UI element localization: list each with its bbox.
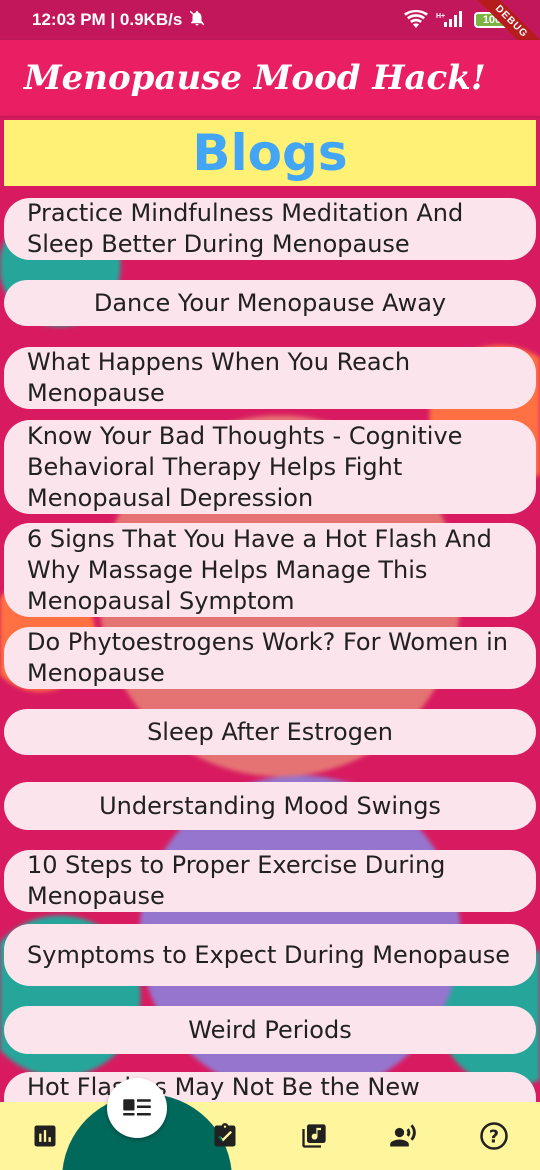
app-bar: Menopause Mood Hack! <box>0 40 540 116</box>
status-bar: 12:03 PM | 0.9KB/s H+ 100 DEBUG <box>0 0 540 67</box>
status-time-speed: 12:03 PM | 0.9KB/s <box>32 10 183 29</box>
bar-chart-icon[interactable] <box>29 1120 61 1152</box>
blog-item[interactable]: Symptoms to Expect During Menopause <box>4 924 536 986</box>
wifi-icon <box>404 9 428 31</box>
blog-item-title: Hot Flashes May Not Be the New <box>27 1073 420 1101</box>
blog-item[interactable]: Understanding Mood Swings <box>4 782 536 830</box>
blog-item[interactable]: Sleep After Estrogen <box>4 709 536 755</box>
blog-item[interactable]: Practice Mindfulness Meditation And Slee… <box>4 198 536 260</box>
app-title: Menopause Mood Hack! <box>24 58 486 98</box>
blog-item-title: Practice Mindfulness Meditation And Slee… <box>27 199 464 258</box>
blog-item-title: Know Your Bad Thoughts - Cognitive Behav… <box>27 421 463 512</box>
blog-item[interactable]: Hot Flashes May Not Be the New <box>4 1072 536 1102</box>
blog-item[interactable]: 6 Signs That You Have a Hot Flash And Wh… <box>4 523 536 617</box>
record-voice-icon[interactable] <box>387 1120 419 1152</box>
blog-item[interactable]: Dance Your Menopause Away <box>4 280 536 326</box>
blog-item[interactable]: Know Your Bad Thoughts - Cognitive Behav… <box>4 420 536 514</box>
help-icon[interactable]: ? <box>478 1120 510 1152</box>
blog-item-title: What Happens When You Reach Menopause <box>27 348 411 407</box>
blog-item-title: 6 Signs That You Have a Hot Flash And Wh… <box>27 524 492 615</box>
blog-item[interactable]: 10 Steps to Proper Exercise During Menop… <box>4 850 536 912</box>
blog-item-title: Symptoms to Expect During Menopause <box>27 940 511 969</box>
blog-item-title: Understanding Mood Swings <box>99 791 441 820</box>
music-library-icon[interactable] <box>298 1120 330 1152</box>
blog-item-title: Sleep After Estrogen <box>147 717 393 746</box>
blog-list[interactable]: Blogs Practice Mindfulness Meditation An… <box>0 116 540 1102</box>
article-icon[interactable] <box>107 1078 167 1138</box>
blog-item[interactable]: Do Phytoestrogens Work? For Women in Men… <box>4 627 536 689</box>
blog-item[interactable]: What Happens When You Reach Menopause <box>4 347 536 409</box>
mute-icon <box>188 9 206 32</box>
signal-icon: H+ <box>436 10 466 30</box>
blogs-title: Blogs <box>192 124 348 182</box>
blogs-header: Blogs <box>4 120 536 186</box>
bottom-nav: ? <box>0 1078 540 1170</box>
blog-item-title: Dance Your Menopause Away <box>93 288 447 317</box>
svg-text:?: ? <box>489 1127 499 1147</box>
blog-item[interactable]: Weird Periods <box>4 1006 536 1054</box>
svg-text:H+: H+ <box>436 13 445 20</box>
assignment-check-icon[interactable] <box>209 1120 241 1152</box>
blog-item-title: 10 Steps to Proper Exercise During Menop… <box>27 851 446 910</box>
blog-item-title: Weird Periods <box>188 1015 352 1044</box>
blog-item-title: Do Phytoestrogens Work? For Women in Men… <box>27 628 508 687</box>
